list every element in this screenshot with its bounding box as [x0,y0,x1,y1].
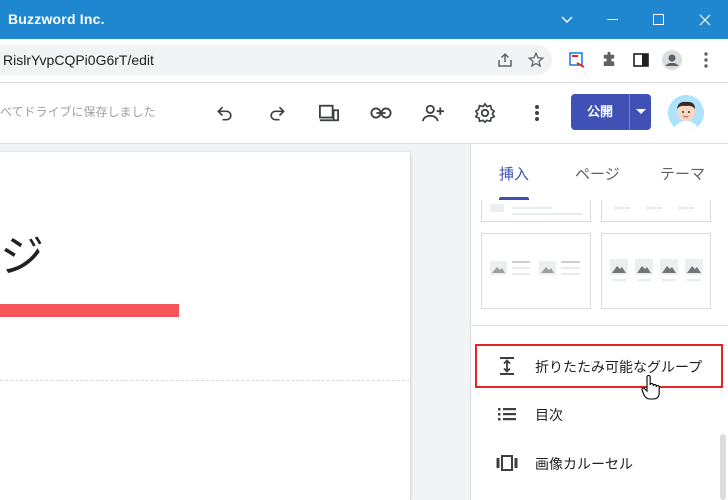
tab-insert[interactable]: 挿入 [499,163,529,184]
preview-devices-icon[interactable] [316,100,342,126]
browser-address-bar: RislrYvpCQPi0G6rT/edit [0,39,728,83]
toc-list-icon [495,402,519,426]
tab-pages[interactable]: ページ [575,163,620,184]
collapsible-group-item[interactable]: 折りたたみ可能なグループ [475,344,723,388]
tab-themes[interactable]: テーマ [660,163,705,184]
omnibox[interactable]: RislrYvpCQPi0G6rT/edit [0,45,552,75]
tab-search-chevron-icon[interactable] [544,0,590,39]
insert-panel: 挿入 ページ テーマ 折りたたみ可能なグループ 目次 画像カルーセル [470,144,728,500]
side-panel-icon[interactable] [630,49,652,71]
page-title[interactable]: ジ [0,220,44,284]
window-titlebar: Buzzword Inc. [0,0,728,39]
save-status-text: べてドライブに保存しました [0,105,156,119]
editor-canvas: ジ [0,144,470,500]
title-underline-bar [0,304,179,317]
bookmark-star-icon[interactable] [525,49,547,71]
layout-thumbnail-four-images[interactable] [601,233,711,309]
table-of-contents-item[interactable]: 目次 [471,392,728,436]
share-icon[interactable] [494,49,516,71]
extension-screenshot-icon[interactable] [566,49,588,71]
maximize-button[interactable] [636,0,682,39]
more-options-icon[interactable] [524,100,550,126]
editor-toolbar: べてドライブに保存しました 公開 [0,83,728,144]
minimize-button[interactable] [590,0,636,39]
publish-button[interactable]: 公開 [571,94,651,130]
layout-thumbnail[interactable] [481,200,591,222]
panel-scrollbar[interactable] [720,434,726,500]
link-icon[interactable] [368,100,394,126]
panel-tabs: 挿入 ページ テーマ [471,144,728,200]
url-text[interactable]: RislrYvpCQPi0G6rT/edit [3,52,154,68]
layout-thumbnail-two-images[interactable] [481,233,591,309]
layout-thumbnail[interactable] [601,200,711,222]
image-carousel-item[interactable]: 画像カルーセル [471,441,728,485]
settings-gear-icon[interactable] [472,100,498,126]
avatar[interactable] [668,95,704,131]
window-title: Buzzword Inc. [8,11,105,27]
profile-icon[interactable] [661,49,683,71]
add-person-icon[interactable] [420,100,446,126]
publish-label[interactable]: 公開 [571,94,629,130]
panel-divider [471,325,728,326]
table-of-contents-label: 目次 [535,407,563,423]
collapsible-group-label: 折りたたみ可能なグループ [535,359,703,375]
carousel-icon [495,451,519,475]
redo-icon[interactable] [264,100,290,126]
undo-icon[interactable] [212,100,238,126]
hand-pointer-cursor-icon [641,374,661,405]
page-preview[interactable]: ジ [0,152,410,500]
extensions-puzzle-icon[interactable] [598,49,620,71]
section-divider [0,380,410,381]
close-button[interactable] [682,0,728,39]
expand-vertical-icon [495,354,519,378]
image-carousel-label: 画像カルーセル [535,456,633,472]
browser-menu-icon[interactable] [695,49,717,71]
publish-dropdown-icon[interactable] [630,94,651,130]
